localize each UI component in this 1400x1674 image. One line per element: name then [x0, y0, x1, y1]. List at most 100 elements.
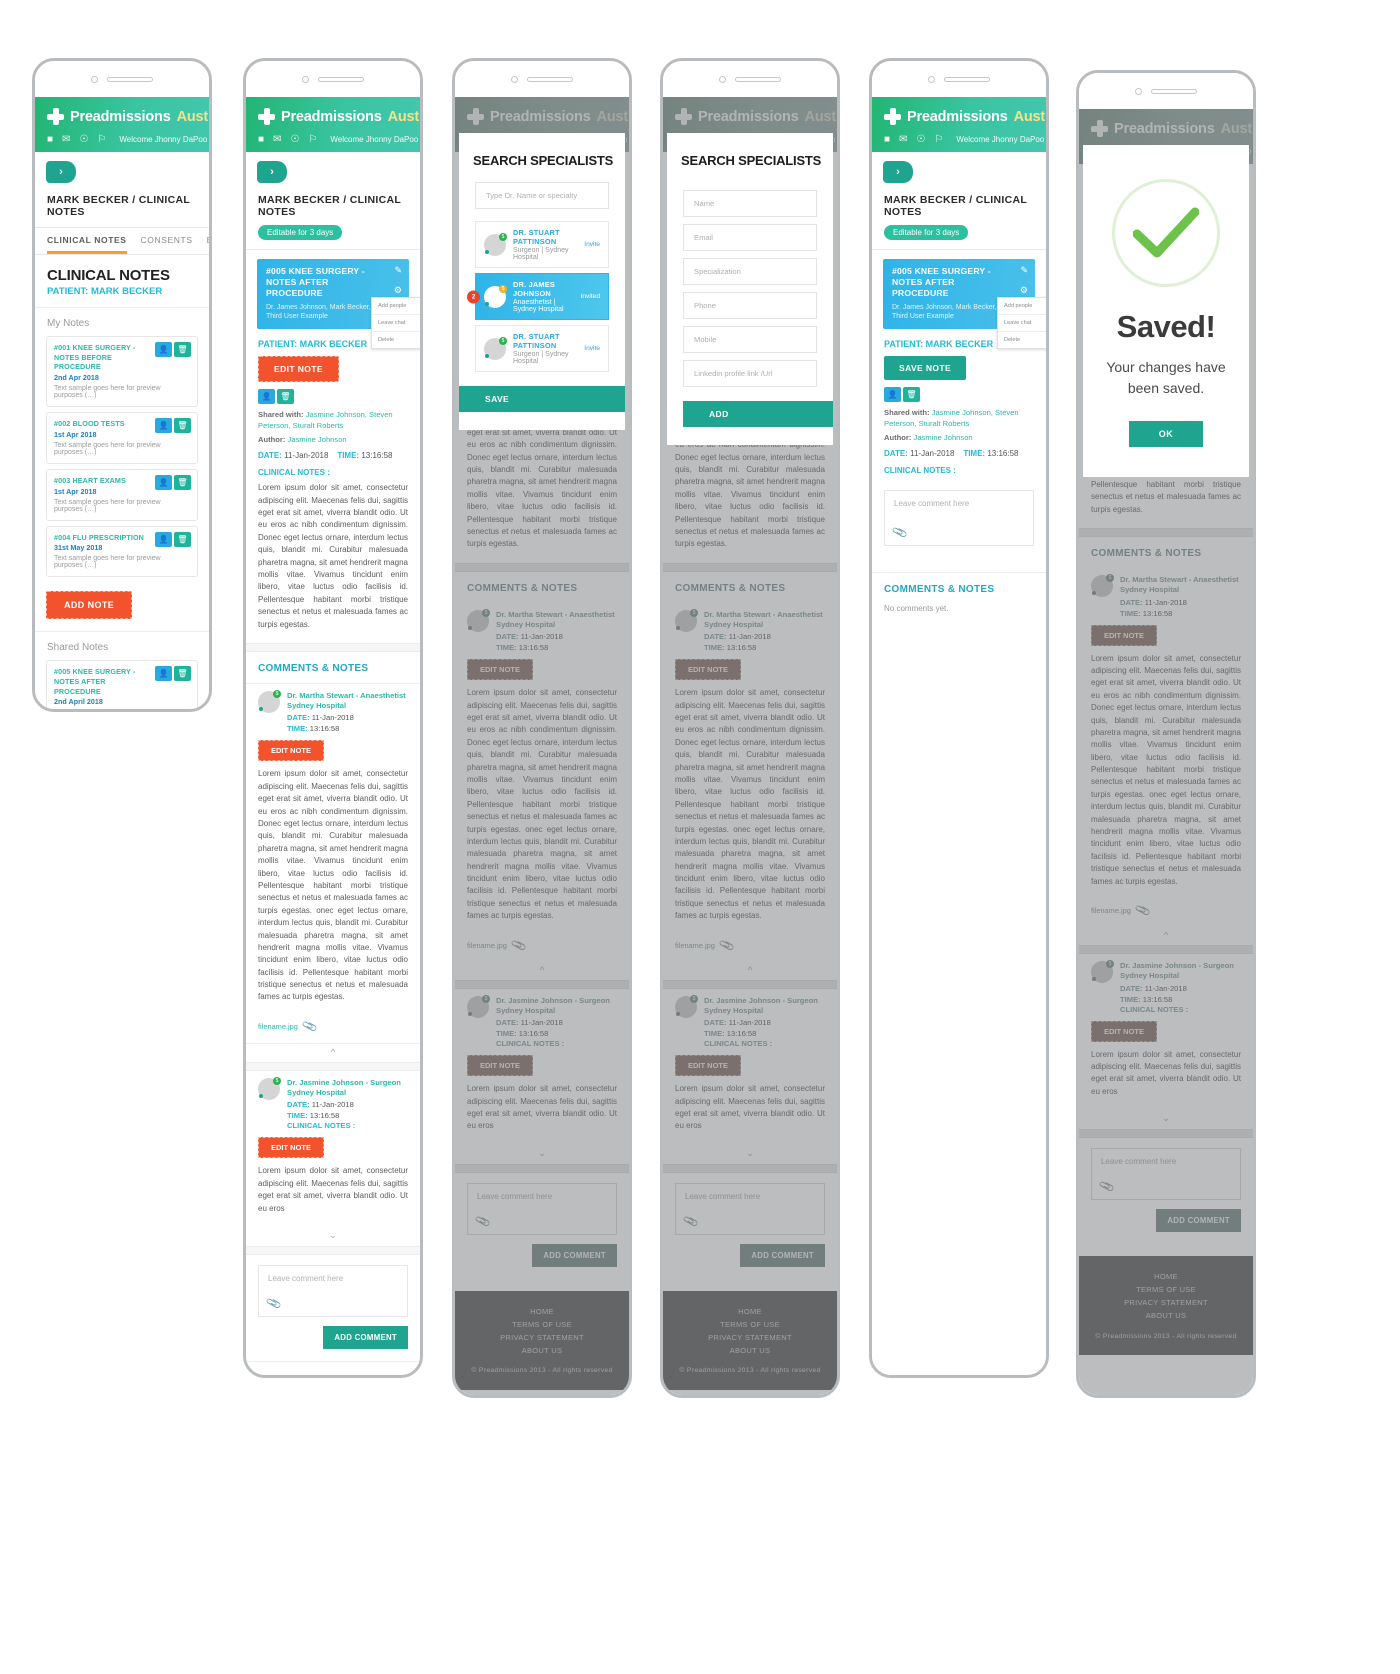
- footer-link-home[interactable]: HOME: [1079, 1270, 1253, 1283]
- list-item[interactable]: 👤 🗑 #003 HEART EXAMS 1st Apr 2018 Text s…: [46, 468, 198, 521]
- collapse-chevron-up-icon[interactable]: ^: [455, 962, 629, 980]
- comment-edit-button[interactable]: EDIT NOTE: [258, 1137, 325, 1159]
- edit-note-button[interactable]: EDIT NOTE: [258, 356, 339, 383]
- menu-item-add-people[interactable]: Add people: [372, 298, 420, 315]
- invite-button[interactable]: Invite: [584, 241, 600, 248]
- delete-icon[interactable]: 🗑: [903, 387, 920, 403]
- add-button[interactable]: ADD: [683, 401, 833, 427]
- comment-input[interactable]: Leave comment here 📎: [675, 1182, 825, 1235]
- paperclip-icon[interactable]: 📎: [1098, 1178, 1116, 1195]
- footer-link-about[interactable]: ABOUT US: [663, 1344, 837, 1357]
- flag-icon[interactable]: ⚐: [934, 134, 943, 145]
- paperclip-icon[interactable]: 📎: [265, 1295, 283, 1312]
- expand-chevron-down-icon[interactable]: ⌄: [1079, 1110, 1253, 1129]
- share-user-icon[interactable]: 👤: [155, 531, 172, 547]
- comment-edit-button[interactable]: EDIT NOTE: [258, 740, 325, 762]
- menu-item-leave-chat[interactable]: Leave chat: [998, 315, 1046, 332]
- menu-item-add-people[interactable]: Add people: [998, 298, 1046, 315]
- invite-button[interactable]: Invite: [584, 345, 600, 352]
- edit-square-icon[interactable]: ✎: [394, 265, 402, 276]
- clinical-notes-editor[interactable]: Leave comment here 📎: [884, 490, 1034, 547]
- footer-link-terms[interactable]: TERMS OF USE: [663, 1318, 837, 1331]
- footer-link-terms[interactable]: TERMS OF USE: [1079, 1283, 1253, 1296]
- comment-edit-button[interactable]: EDIT NOTE: [467, 1055, 534, 1077]
- save-note-button[interactable]: SAVE NOTE: [884, 356, 967, 381]
- menu-item-delete[interactable]: Delete: [998, 332, 1046, 348]
- list-item[interactable]: 👤 🗑 #001 KNEE SURGERY - NOTES BEFORE PRO…: [46, 336, 198, 408]
- search-input[interactable]: Type Dr. Name or specialty: [475, 182, 609, 209]
- bell-icon[interactable]: ☉: [79, 134, 88, 145]
- comment-edit-button[interactable]: EDIT NOTE: [467, 659, 534, 681]
- save-button[interactable]: SAVE: [459, 386, 625, 412]
- comment-attachment[interactable]: filename.jpg 📎: [246, 1016, 420, 1043]
- comment-attachment[interactable]: filename.jpg 📎: [1079, 900, 1253, 927]
- share-user-icon[interactable]: 👤: [155, 342, 172, 357]
- paperclip-icon[interactable]: 📎: [1134, 902, 1151, 919]
- name-field[interactable]: Name: [683, 190, 817, 217]
- add-comment-button[interactable]: ADD COMMENT: [323, 1325, 408, 1349]
- phone-field[interactable]: Phone: [683, 292, 817, 319]
- bell-icon[interactable]: ☉: [290, 134, 299, 145]
- email-field[interactable]: Email: [683, 224, 817, 251]
- back-arrow-button[interactable]: ›: [257, 161, 287, 183]
- delete-icon[interactable]: 🗑: [174, 418, 191, 434]
- mail-icon[interactable]: ✉: [899, 134, 907, 145]
- share-user-icon[interactable]: 👤: [155, 474, 172, 490]
- footer-link-privacy[interactable]: PRIVACY STATEMENT: [663, 1331, 837, 1344]
- paperclip-icon[interactable]: 📎: [510, 937, 527, 954]
- footer-link-privacy[interactable]: PRIVACY STATEMENT: [455, 1331, 629, 1344]
- list-item[interactable]: 👤 🗑 #002 BLOOD TESTS 1st Apr 2018 Text s…: [46, 412, 198, 464]
- flag-icon[interactable]: ⚐: [97, 134, 106, 145]
- paperclip-icon[interactable]: 📎: [718, 937, 735, 954]
- comment-input[interactable]: Leave comment here 📎: [258, 1264, 408, 1317]
- expand-chevron-down-icon[interactable]: ⌄: [455, 1145, 629, 1164]
- mail-icon[interactable]: ✉: [62, 134, 70, 145]
- flag-icon[interactable]: ⚐: [308, 134, 317, 145]
- share-user-icon[interactable]: 👤: [155, 666, 172, 682]
- add-comment-button[interactable]: ADD COMMENT: [1156, 1209, 1241, 1233]
- add-note-button[interactable]: ADD NOTE: [46, 591, 133, 620]
- bell-icon[interactable]: ☉: [916, 134, 925, 145]
- tab-clinical-notes[interactable]: CLINICAL NOTES: [47, 228, 127, 254]
- share-user-icon[interactable]: 👤: [155, 418, 172, 434]
- expand-chevron-down-icon[interactable]: ⌄: [246, 1227, 420, 1246]
- tab-consents[interactable]: CONSENTS: [141, 228, 193, 254]
- paperclip-icon[interactable]: 📎: [301, 1018, 318, 1035]
- paperclip-icon[interactable]: 📎: [891, 524, 909, 541]
- comment-attachment[interactable]: filename.jpg 📎: [663, 935, 837, 962]
- mail-icon[interactable]: ✉: [273, 134, 281, 145]
- comment-edit-button[interactable]: EDIT NOTE: [675, 659, 742, 681]
- footer-link-about[interactable]: ABOUT US: [455, 1344, 629, 1357]
- grid-icon[interactable]: ■: [47, 134, 53, 145]
- specialist-row-selected[interactable]: 2 $ DR. JAMES JOHNSON Anaesthetist | Syd…: [467, 273, 609, 320]
- specialization-field[interactable]: Specialization: [683, 258, 817, 285]
- grid-icon[interactable]: ■: [884, 134, 890, 145]
- comment-edit-button[interactable]: EDIT NOTE: [1091, 624, 1158, 646]
- comment-attachment[interactable]: filename.jpg 📎: [455, 935, 629, 962]
- delete-icon[interactable]: 🗑: [174, 342, 191, 357]
- grid-icon[interactable]: ■: [258, 134, 264, 145]
- comment-edit-button[interactable]: EDIT NOTE: [675, 1055, 742, 1077]
- collapse-chevron-up-icon[interactable]: ^: [1079, 927, 1253, 945]
- share-user-icon[interactable]: 👤: [884, 387, 901, 403]
- linkedin-field[interactable]: Linkedin profile link /Url: [683, 360, 817, 387]
- list-item[interactable]: 👤 🗑 #004 FLU PRESCRIPTION 31st May 2018 …: [46, 525, 198, 578]
- gear-icon[interactable]: ⚙: [394, 285, 402, 296]
- ok-button[interactable]: OK: [1128, 421, 1204, 447]
- footer-link-terms[interactable]: TERMS OF USE: [455, 1318, 629, 1331]
- footer-link-about[interactable]: ABOUT US: [1079, 1309, 1253, 1322]
- add-comment-button[interactable]: ADD COMMENT: [532, 1243, 617, 1267]
- paperclip-icon[interactable]: 📎: [474, 1213, 492, 1230]
- footer-link-privacy[interactable]: PRIVACY STATEMENT: [1079, 1296, 1253, 1309]
- footer-link-home[interactable]: HOME: [455, 1305, 629, 1318]
- comment-edit-button[interactable]: EDIT NOTE: [1091, 1020, 1158, 1042]
- tab-bills[interactable]: BILL: [207, 228, 209, 254]
- gear-icon[interactable]: ⚙: [1020, 285, 1028, 296]
- collapse-chevron-up-icon[interactable]: ^: [663, 962, 837, 980]
- delete-icon[interactable]: 🗑: [174, 531, 191, 547]
- collapse-chevron-up-icon[interactable]: ^: [246, 1044, 420, 1062]
- delete-icon[interactable]: 🗑: [174, 666, 191, 682]
- list-item[interactable]: 👤 🗑 #005 KNEE SURGERY - NOTES AFTER PROC…: [46, 660, 198, 709]
- back-arrow-button[interactable]: ›: [883, 161, 913, 183]
- expand-chevron-down-icon[interactable]: ⌄: [663, 1145, 837, 1164]
